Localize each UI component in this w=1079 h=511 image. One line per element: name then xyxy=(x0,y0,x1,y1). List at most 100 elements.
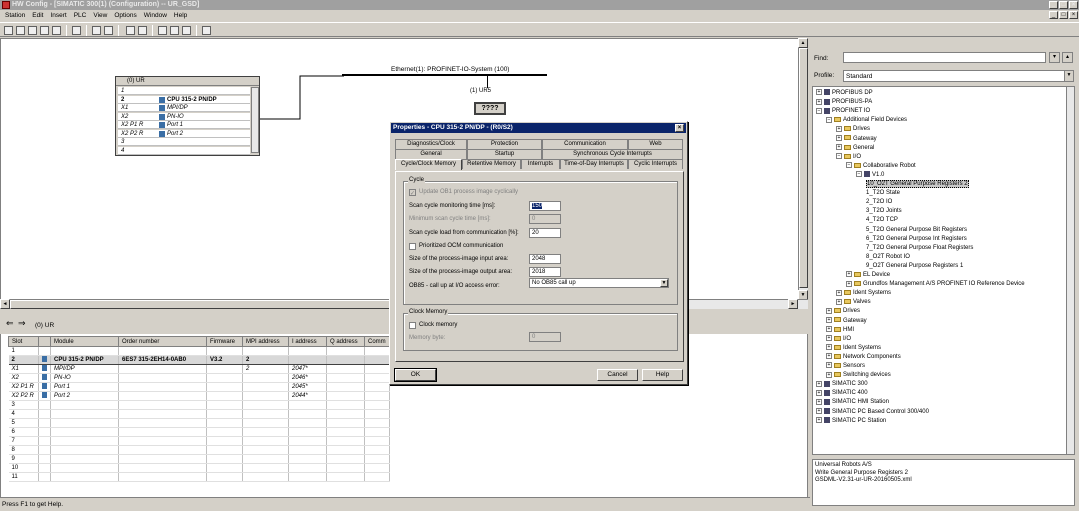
column-header[interactable]: I address xyxy=(288,336,327,347)
close-icon[interactable]: × xyxy=(1069,1,1078,9)
catalog-tree-item[interactable]: + Drives xyxy=(836,125,870,133)
catalog-tree-item[interactable]: + Drives xyxy=(826,307,860,315)
catalog-tree-item[interactable]: + PROFIBUS DP xyxy=(816,89,873,97)
find-input[interactable] xyxy=(843,52,1046,63)
column-header[interactable]: Firmware xyxy=(206,336,243,347)
catalog-tree-item[interactable]: 9_O2T General Purpose Registers 1 xyxy=(866,262,963,270)
menu-edit[interactable]: Edit xyxy=(32,12,43,19)
catalog-tree-item[interactable]: + General xyxy=(836,144,874,152)
expand-icon[interactable]: + xyxy=(816,98,822,105)
dialog-tab[interactable]: Web xyxy=(628,139,683,149)
catalog-tree-item[interactable]: + Gateway xyxy=(826,316,867,325)
table-row[interactable]: X1 MPI/DP 2 2047* xyxy=(8,364,390,374)
expand-icon[interactable]: + xyxy=(826,335,832,342)
table-row[interactable]: 9 xyxy=(8,454,390,464)
dialog-tab[interactable]: Synchronous Cycle Interrupts xyxy=(542,149,683,159)
catalog-tree-item[interactable]: − V1.0 xyxy=(856,171,884,179)
catalog-tree-item[interactable]: + EL Device xyxy=(846,271,890,279)
menu-insert[interactable]: Insert xyxy=(50,12,66,19)
expand-icon[interactable]: − xyxy=(816,107,822,114)
rack-slot-row[interactable]: X2 PN-IO xyxy=(118,112,250,121)
find-prev-icon[interactable]: ▴ xyxy=(1062,52,1073,63)
catalog-tree-item[interactable]: + Valves xyxy=(836,298,871,306)
catalog-tree-item[interactable]: + SIMATIC 400 xyxy=(816,389,868,397)
maximize-icon[interactable]: □ xyxy=(1059,1,1068,9)
doc-minimize-icon[interactable]: _ xyxy=(1049,11,1058,19)
catalog-tree-item[interactable]: − Additional Field Devices xyxy=(826,116,907,124)
save-icon[interactable] xyxy=(40,26,49,35)
expand-icon[interactable]: + xyxy=(826,316,832,323)
catalog-tree-item[interactable]: + HMI xyxy=(826,326,854,334)
memory-byte-input[interactable]: 0 xyxy=(529,332,561,342)
open-icon[interactable] xyxy=(16,26,25,35)
scroll-right-icon[interactable]: ► xyxy=(788,299,798,309)
expand-icon[interactable]: + xyxy=(826,307,832,314)
table-row[interactable]: X2 P2 R Port 2 2044* xyxy=(8,391,390,401)
column-header[interactable] xyxy=(38,336,51,347)
catalog-tree-item[interactable]: 1_T2O State xyxy=(866,189,900,197)
expand-icon[interactable]: + xyxy=(816,398,822,405)
scroll-up-icon[interactable]: ▲ xyxy=(798,38,808,48)
table-row[interactable]: 7 xyxy=(8,436,390,446)
help-icon[interactable] xyxy=(202,26,211,35)
column-header[interactable]: Module xyxy=(50,336,119,347)
expand-icon[interactable]: + xyxy=(826,344,832,351)
catalog-tree-item[interactable]: 4_T2O TCP xyxy=(866,216,898,224)
expand-icon[interactable]: + xyxy=(826,362,832,369)
scan-load-input[interactable]: 20 xyxy=(529,228,561,238)
catalog-tree-item[interactable]: + Ident Systems xyxy=(826,344,881,352)
profile-select[interactable]: Standard ▼ xyxy=(843,70,1074,82)
clock-memory-checkbox[interactable] xyxy=(409,322,416,329)
help-button[interactable]: Help xyxy=(642,369,683,381)
find-next-icon[interactable]: ▾ xyxy=(1049,52,1060,63)
scroll-left-icon[interactable]: ◄ xyxy=(0,299,10,309)
device-box[interactable]: ???? xyxy=(474,102,506,115)
prioritized-ocm-checkbox[interactable] xyxy=(409,243,416,250)
table-row[interactable]: 3 xyxy=(8,400,390,410)
scroll-thumb[interactable] xyxy=(799,48,808,288)
menu-options[interactable]: Options xyxy=(114,12,136,19)
table-row[interactable]: 4 xyxy=(8,409,390,419)
menu-window[interactable]: Window xyxy=(144,12,167,19)
expand-icon[interactable]: + xyxy=(836,134,842,141)
paste-icon[interactable] xyxy=(104,26,113,35)
table-icon[interactable] xyxy=(182,26,191,35)
dialog-tab[interactable]: Diagnostics/Clock xyxy=(395,139,467,149)
column-header[interactable]: Comm xyxy=(364,336,390,347)
expand-icon[interactable]: + xyxy=(826,371,832,378)
expand-icon[interactable]: − xyxy=(856,171,862,178)
expand-icon[interactable]: + xyxy=(836,298,842,305)
rack-slot-row[interactable]: 1 xyxy=(118,87,250,95)
expand-icon[interactable]: + xyxy=(816,89,822,96)
catalog-tree-item[interactable]: + SIMATIC PC Station xyxy=(816,417,886,425)
dialog-tab[interactable]: Retentive Memory xyxy=(462,159,521,169)
column-header[interactable]: Q address xyxy=(326,336,365,347)
io-device-ur5[interactable]: (1) UR5 ???? xyxy=(470,88,510,118)
dialog-close-icon[interactable]: × xyxy=(675,124,684,132)
catalog-tree-item[interactable]: + SIMATIC HMI Station xyxy=(816,398,889,406)
dialog-tab[interactable]: Cycle/Clock Memory xyxy=(395,159,462,170)
expand-icon[interactable]: + xyxy=(826,326,832,333)
expand-icon[interactable]: + xyxy=(836,289,842,296)
rack-slot-row[interactable]: X2 P2 R Port 2 xyxy=(118,129,250,138)
table-row[interactable]: 5 xyxy=(8,418,390,428)
ok-button[interactable]: OK xyxy=(395,369,436,381)
download-icon[interactable] xyxy=(126,26,135,35)
dialog-tab[interactable]: Interrupts xyxy=(521,159,560,169)
catalog-tree-item[interactable]: 10_O2T General Purpose Registers 2 xyxy=(866,180,969,188)
catalog-tree-item[interactable]: + Sensors xyxy=(826,362,865,370)
dialog-tab[interactable]: Communication xyxy=(542,139,628,149)
column-header[interactable]: MPI address xyxy=(242,336,289,347)
menu-view[interactable]: View xyxy=(93,12,107,19)
scan-monitor-input[interactable]: 150 xyxy=(529,201,561,211)
expand-icon[interactable]: − xyxy=(826,116,832,123)
expand-icon[interactable]: + xyxy=(826,353,832,360)
catalog-tree-item[interactable]: + I/O xyxy=(826,335,851,343)
rack-slot-row[interactable]: 2 CPU 315-2 PN/DP xyxy=(118,95,250,104)
network-icon[interactable] xyxy=(170,26,179,35)
dialog-tab[interactable]: Startup xyxy=(467,149,542,159)
expand-icon[interactable]: − xyxy=(836,153,842,160)
copy-icon[interactable] xyxy=(92,26,101,35)
catalog-tree-scrollbar[interactable] xyxy=(1066,86,1075,455)
catalog-tree-item[interactable]: + SIMATIC PC Based Control 300/400 xyxy=(816,407,929,416)
